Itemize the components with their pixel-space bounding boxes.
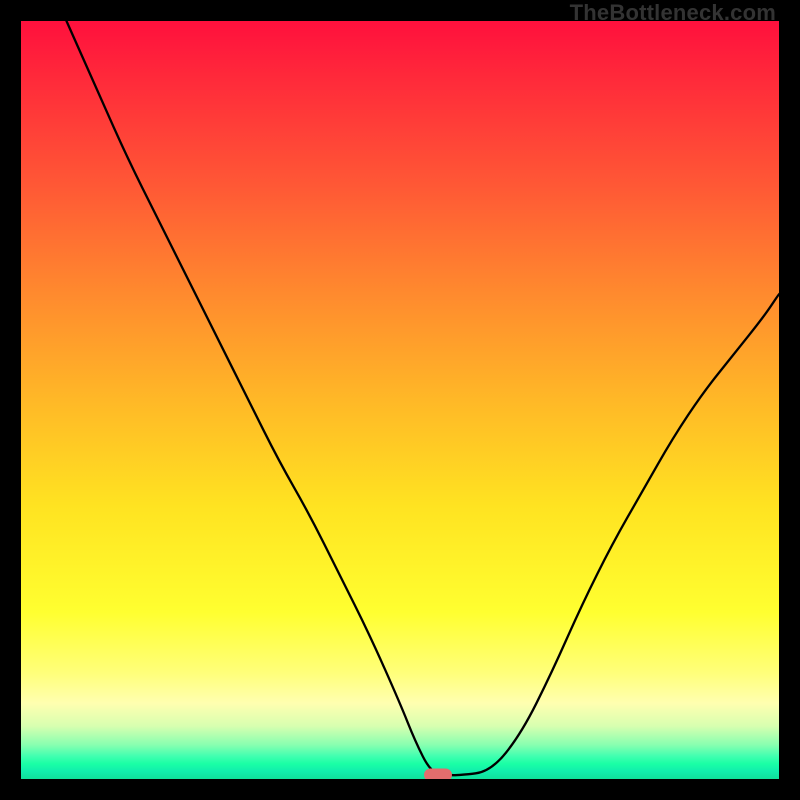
bottleneck-curve: [21, 21, 779, 779]
chart-frame: TheBottleneck.com: [0, 0, 800, 800]
plot-area: [21, 21, 779, 779]
optimal-point-marker: [424, 769, 452, 779]
curve-path: [66, 21, 779, 775]
